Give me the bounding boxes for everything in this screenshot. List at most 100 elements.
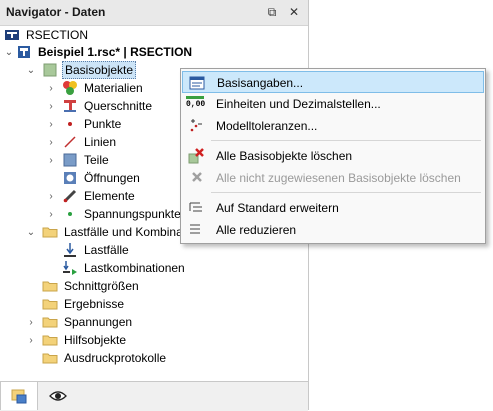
einheiten-label: Einheiten und Dezimalstellen... (216, 97, 381, 111)
menu-item-modelltoleranzen[interactable]: Modelltoleranzen... (182, 115, 484, 137)
part-icon (63, 153, 77, 167)
tree-item-teile[interactable]: Teile (62, 151, 111, 169)
tree-item-querschnitte[interactable]: Querschnitte (62, 97, 154, 115)
tree-item-basisobjekte[interactable]: Basisobjekte (42, 61, 137, 79)
delete-icon (188, 148, 204, 164)
ergebnisse-label: Ergebnisse (64, 297, 125, 311)
expand-chevron-icon[interactable]: › (46, 115, 56, 133)
lastfaelle-label: Lastfälle (84, 243, 129, 257)
menu-item-alle-loeschen[interactable]: Alle Basisobjekte löschen (182, 145, 484, 167)
panel-titlebar: Navigator - Daten ⧉ ✕ (0, 0, 308, 26)
tab-data-navigator[interactable] (0, 382, 38, 410)
expand-all-icon (189, 202, 202, 212)
folder-icon (42, 353, 58, 364)
close-icon[interactable]: ✕ (286, 4, 302, 20)
expand-chevron-icon[interactable]: › (46, 79, 56, 97)
teile-label: Teile (84, 153, 109, 167)
rsection-app-icon (5, 30, 19, 40)
spannungen-label: Spannungen (64, 315, 133, 329)
tab-display-navigator[interactable] (40, 382, 76, 410)
tree-item-materialien[interactable]: Materialien (62, 79, 145, 97)
expand-chevron-icon[interactable]: › (46, 133, 56, 151)
eye-icon (49, 391, 67, 401)
load-combination-icon (63, 261, 77, 275)
linien-label: Linien (84, 135, 117, 149)
tree-root-rsection[interactable]: RSECTION (4, 26, 90, 44)
folder-icon (42, 335, 58, 346)
menu-item-auf-standard-erweitern[interactable]: Auf Standard erweitern (182, 197, 484, 219)
folder-icon (42, 299, 58, 310)
expand-chevron-icon[interactable]: › (46, 151, 56, 169)
querschnitte-label: Querschnitte (84, 99, 153, 113)
expand-chevron-icon[interactable]: › (26, 313, 36, 331)
tree-item-oeffnungen[interactable]: Öffnungen (62, 169, 142, 187)
tree-item-lastfaelle-kombinationen[interactable]: Lastfälle und Kombinati (42, 223, 191, 241)
collapse-chevron-icon[interactable]: ⌄ (4, 43, 14, 61)
schnittgroessen-label: Schnittgrößen (64, 279, 139, 293)
folder-icon (42, 227, 58, 238)
element-icon (63, 189, 77, 203)
tree-item-schnittgroessen[interactable]: Schnittgrößen (42, 277, 141, 295)
ausdruckprotokolle-label: Ausdruckprotokolle (64, 351, 167, 365)
collapse-chevron-icon[interactable]: ⌄ (26, 223, 36, 241)
alle-reduzieren-label: Alle reduzieren (216, 223, 297, 237)
delete-unassigned-icon (192, 172, 202, 182)
lastkombinationen-label: Lastkombinationen (84, 261, 185, 275)
menu-item-basisangaben[interactable]: Basisangaben... (182, 71, 484, 93)
base-data-icon (189, 76, 205, 90)
tree-item-punkte[interactable]: Punkte (62, 115, 123, 133)
spannungspunkte-label: Spannungspunkte (84, 207, 181, 221)
alle-loeschen-label: Alle Basisobjekte löschen (216, 149, 353, 163)
cross-section-icon (64, 100, 76, 112)
opening-icon (64, 172, 76, 184)
units-decimals-icon: 0,00 (186, 96, 205, 115)
folder-icon (42, 317, 58, 328)
tree-item-linien[interactable]: Linien (62, 133, 118, 151)
point-icon (68, 122, 72, 126)
tree-item-ergebnisse[interactable]: Ergebnisse (42, 295, 126, 313)
tree-item-ausdruckprotokolle[interactable]: Ausdruckprotokolle (42, 349, 168, 367)
menu-separator (211, 192, 481, 193)
context-menu: Basisangaben... 0,00 Einheiten und Dezim… (180, 68, 486, 244)
expand-chevron-icon[interactable]: › (46, 187, 56, 205)
tree-root-label: RSECTION (26, 28, 89, 42)
hilfsobjekte-label: Hilfsobjekte (64, 333, 127, 347)
collapse-chevron-icon[interactable]: ⌄ (26, 61, 36, 79)
expand-chevron-icon[interactable]: › (46, 97, 56, 115)
punkte-label: Punkte (84, 117, 122, 131)
menu-item-nicht-zugewiesene-loeschen[interactable]: Alle nicht zugewiesenen Basisobjekte lös… (182, 167, 484, 189)
load-case-icon (64, 243, 76, 257)
menu-item-alle-reduzieren[interactable]: Alle reduzieren (182, 219, 484, 241)
folder-icon (42, 281, 58, 292)
modelltoleranzen-label: Modelltoleranzen... (216, 119, 318, 133)
model-label: Beispiel 1.rsc* | RSECTION (38, 45, 193, 59)
line-icon (64, 136, 76, 148)
data-navigator-icon (11, 389, 27, 404)
basisobjekte-label: Basisobjekte (62, 61, 137, 79)
tree-item-hilfsobjekte[interactable]: Hilfsobjekte (42, 331, 128, 349)
expand-chevron-icon[interactable]: › (46, 205, 56, 223)
materials-icon (63, 81, 77, 95)
collapse-all-icon (190, 224, 200, 234)
elemente-label: Elemente (84, 189, 135, 203)
auf-standard-erweitern-label: Auf Standard erweitern (216, 201, 339, 215)
tree-item-lastfaelle[interactable]: Lastfälle (62, 241, 131, 259)
navigator-bottom-tabs (0, 381, 308, 411)
expand-chevron-icon[interactable]: › (26, 331, 36, 349)
panel-title: Navigator - Daten (6, 5, 106, 19)
nicht-zugewiesene-loeschen-label: Alle nicht zugewiesenen Basisobjekte lös… (216, 171, 461, 185)
tree-item-elemente[interactable]: Elemente (62, 187, 137, 205)
float-window-icon[interactable]: ⧉ (264, 4, 280, 20)
basisobjekte-icon (43, 63, 57, 77)
stress-point-icon (68, 212, 72, 216)
tree-item-lastkombinationen[interactable]: Lastkombinationen (62, 259, 187, 277)
lastfaelle-kombinationen-label: Lastfälle und Kombinati (64, 225, 189, 239)
oeffnungen-label: Öffnungen (84, 171, 140, 185)
tree-item-spannungen[interactable]: Spannungen (42, 313, 134, 331)
basisangaben-label: Basisangaben... (217, 76, 304, 90)
menu-separator (211, 140, 481, 141)
menu-item-einheiten[interactable]: 0,00 Einheiten und Dezimalstellen... (182, 93, 484, 115)
tree-model-node[interactable]: Beispiel 1.rsc* | RSECTION (16, 43, 194, 61)
model-tolerance-icon (190, 119, 202, 132)
tree-item-spannungspunkte[interactable]: Spannungspunkte (62, 205, 183, 223)
